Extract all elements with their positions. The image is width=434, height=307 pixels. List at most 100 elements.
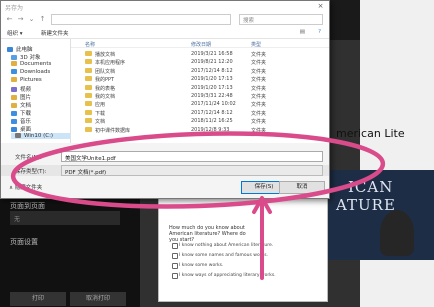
cube-icon (11, 55, 17, 60)
print-button[interactable]: 打印 (10, 292, 66, 306)
cover-line-1: ICAN (348, 178, 394, 196)
cover-line-2: ATURE (336, 196, 396, 214)
doc-option: I know some names and famous works. (172, 253, 268, 259)
folder-icon (85, 93, 92, 98)
nav-item[interactable]: 音乐 (11, 117, 31, 125)
drive-icon (15, 133, 21, 138)
file-date: 2017/11/24 10:02 (191, 101, 236, 108)
nav-item[interactable]: 文档 (11, 101, 31, 109)
nav-item-label: Pictures (20, 77, 42, 83)
cancel-print-button[interactable]: 取消打印 (70, 292, 126, 306)
nav-item[interactable]: 视频 (11, 85, 31, 93)
file-name-label: 文件名(N): (15, 155, 42, 161)
close-icon[interactable]: × (316, 2, 325, 11)
folder-icon (85, 109, 92, 115)
file-date: 2019/3/21 16:58 (191, 51, 233, 57)
save-as-dialog: 另存为 × ← → ⌄ ↑ 搜索 组织 ▾ 新建文件夹 ▤ ? 此电脑 3D 对象… (0, 0, 330, 199)
col-name[interactable]: 名称 (85, 41, 95, 48)
doc-option: I know nothing about American literature… (171, 243, 274, 249)
nav-item[interactable]: 桌面 (11, 125, 31, 133)
file-type: 文件夹 (251, 110, 267, 117)
file-date: 2019/3/31 22:48 (191, 93, 233, 99)
file-type: 文件夹 (251, 94, 267, 100)
file-row[interactable]: 应用 2017/11/24 10:02 文件夹 (71, 100, 329, 108)
file-row[interactable]: 我的表格 2019/1/20 17:13 文件夹 (71, 84, 329, 92)
file-name: 应用 (95, 102, 106, 109)
forward-arrow-icon[interactable]: → (16, 15, 25, 24)
chevron-down-icon[interactable]: ⌄ (27, 15, 36, 24)
file-row[interactable]: 初中课件数据库 2019/12/8 9:33 文件夹 (71, 126, 329, 134)
address-bar[interactable] (51, 14, 231, 25)
file-type-row: 保存类型(T): PDF 文档(*.pdf) (1, 165, 329, 176)
folder-icon (85, 51, 92, 56)
folder-icon (85, 59, 92, 65)
column-header: 名称 修改日期 类型 (71, 39, 329, 48)
navigation-pane: 此电脑 3D 对象 Documents Downloads Pictures 视频 图片 文档… (1, 39, 71, 143)
col-type[interactable]: 类型 (251, 41, 261, 48)
video-icon (11, 87, 17, 92)
picture-icon (11, 77, 17, 82)
file-type: 文件夹 (251, 119, 267, 126)
dialog-titlebar: 另存为 × (1, 1, 329, 12)
left-label-1: 页面到页面 (10, 202, 45, 210)
back-arrow-icon[interactable]: ← (5, 15, 14, 24)
folder-icon (85, 67, 92, 73)
file-name: 我的文档 (95, 94, 116, 100)
dialog-title: 另存为 (5, 5, 24, 12)
file-row[interactable]: 播放文档 2019/3/21 16:58 文件夹 (71, 50, 329, 58)
document-icon (11, 61, 17, 66)
file-name: 播放文档 (95, 52, 116, 58)
folder-icon (85, 76, 92, 82)
download-icon (11, 69, 17, 74)
nav-item[interactable]: Documents (11, 61, 51, 67)
download-icon (11, 111, 17, 116)
music-icon (11, 119, 17, 124)
file-name: 团队文档 (95, 68, 116, 75)
folder-icon (85, 126, 92, 132)
file-name: 下载 (95, 110, 106, 117)
file-type-label: 保存类型(T): (15, 169, 47, 175)
file-type: 文件夹 (251, 52, 267, 58)
file-row[interactable]: 我的文档 2019/3/31 22:48 文件夹 (71, 92, 329, 100)
file-name-field[interactable]: 美国文学Unite1.pdf (61, 151, 323, 162)
document-title-fragment: merican Lite (336, 127, 405, 140)
file-name: 我的PPT (95, 77, 115, 84)
doc-option: I know some works. (171, 263, 224, 269)
nav-item[interactable]: Downloads (11, 69, 50, 75)
file-row[interactable]: 本机应用程序 2019/8/21 12:20 文件夹 (71, 58, 329, 66)
new-folder-button[interactable]: 新建文件夹 (41, 29, 69, 37)
file-date: 2018/11/2 16:25 (191, 118, 233, 125)
file-date: 2019/8/21 12:20 (191, 59, 233, 66)
organize-button[interactable]: 组织 ▾ (7, 29, 23, 37)
file-name-row: 文件名(N): 美国文学Unite1.pdf (1, 151, 329, 162)
hide-folders-toggle[interactable]: ∧ 隐藏文件夹 (9, 183, 42, 191)
search-input[interactable]: 搜索 (239, 14, 323, 25)
file-name: 文档 (95, 119, 106, 126)
help-icon[interactable]: ? (318, 29, 321, 35)
file-row[interactable]: 文档 2018/11/2 16:25 文件夹 (71, 117, 329, 125)
folder-icon (85, 101, 92, 107)
nav-item[interactable]: 此电脑 (7, 45, 33, 53)
left-field[interactable]: 无 (10, 211, 120, 225)
nav-item[interactable]: 图片 (11, 93, 31, 101)
nav-item[interactable]: Pictures (11, 77, 42, 83)
file-type: 文件夹 (251, 127, 267, 134)
view-icon[interactable]: ▤ (300, 29, 305, 35)
file-name: 本机应用程序 (95, 60, 126, 67)
nav-item[interactable]: 下载 (11, 109, 31, 117)
nav-item-label: Win10 (C:) (24, 133, 54, 139)
file-type-select[interactable]: PDF 文档(*.pdf) (61, 165, 323, 176)
desktop-icon (11, 127, 17, 132)
nav-item[interactable]: 3D 对象 (11, 53, 40, 61)
file-name: 初中课件数据库 (95, 127, 131, 134)
cancel-button[interactable]: 取消 (279, 181, 325, 194)
nav-item[interactable]: Win10 (C:) (11, 133, 70, 139)
file-row[interactable]: 下载 2017/12/14 8:12 文件夹 (71, 109, 329, 117)
file-row[interactable]: 团队文档 2017/12/14 8:12 文件夹 (71, 67, 329, 75)
file-type: 文件夹 (251, 77, 267, 84)
file-row[interactable]: 我的PPT 2019/1/20 17:13 文件夹 (71, 75, 329, 83)
file-type: 文件夹 (251, 68, 267, 75)
col-date[interactable]: 修改日期 (191, 41, 211, 48)
nav-item-label: Documents (20, 61, 52, 67)
up-arrow-icon[interactable]: ↑ (38, 15, 47, 24)
